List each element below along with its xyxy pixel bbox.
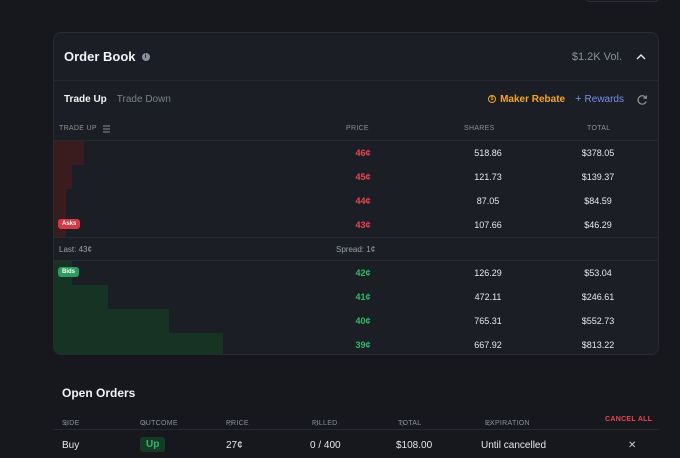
order-book-column-headers: TRADE UP PRICE SHARES TOTAL [54,117,658,141]
bid-total: $552.73 [581,316,615,326]
ask-total: $378.05 [581,148,615,158]
col-total: TOTAL [587,125,611,132]
order-filled: 0 / 400 [310,440,341,451]
spread-row: Last: 43¢ Spread: 1¢ [54,237,658,261]
ask-shares: 121.73 [474,172,502,182]
open-orders-title: Open Orders [62,386,136,400]
ask-total: $139.37 [581,172,615,182]
order-expiration: Until cancelled [481,440,547,451]
col-price: PRICE [346,125,369,132]
order-price: 27¢ [226,440,243,451]
open-orders-header: SIDE ◇ OUTCOME ◇ PRICE ◇ FILLED ◇ TOTAL ◇ EXP… [53,412,659,430]
order-book-title: Order Book [64,49,136,64]
order-outcome-chip: Up [140,437,166,452]
spread-value: Spread: 1¢ [336,245,376,254]
depth-bar [54,333,224,354]
depth-bar [54,165,73,189]
sort-icon: ◇ [64,421,69,427]
ask-shares: 87.05 [476,196,500,206]
order-book-subheader: Trade Up Trade Down $ Maker Rebate + Rew… [54,81,658,117]
ask-price: 43¢ [355,220,371,230]
sort-icon: ◇ [487,421,492,427]
bid-shares: 667.92 [474,340,502,350]
rewards-label: Rewards [584,93,624,105]
col-shares: SHARES [464,125,495,132]
ask-row[interactable]: 46¢ 518.86 $378.05 [54,141,658,165]
top-control[interactable] [584,0,660,2]
plus-icon: + [575,93,582,105]
bid-row[interactable]: Bids 42¢ 126.29 $53.04 [54,261,658,285]
bid-price: 40¢ [355,316,371,326]
sort-icon: ◇ [400,421,405,427]
bid-total: $813.22 [581,340,615,350]
coin-icon: $ [488,95,497,103]
bid-row[interactable]: 39¢ 667.92 $813.22 [54,333,658,354]
bid-shares: 765.31 [474,316,502,326]
order-book-panel: Order Book i $1.2K Vol. Trade Up Trade D… [53,32,659,355]
bid-price: 42¢ [355,268,371,278]
bid-price: 41¢ [355,292,371,302]
bid-shares: 126.29 [474,268,502,278]
bids-badge: Bids [58,267,80,277]
bid-row[interactable]: 41¢ 472.11 $246.61 [54,285,658,309]
tab-trade-down[interactable]: Trade Down [117,94,171,105]
volume-label: $1.2K Vol. [571,50,622,63]
bid-shares: 472.11 [474,292,502,302]
order-book-header: Order Book i $1.2K Vol. [54,33,658,81]
rewards-link[interactable]: + Rewards [575,93,624,105]
sort-icon: ◇ [142,421,147,427]
bid-row[interactable]: 40¢ 765.31 $552.73 [54,309,658,333]
order-side: Buy [62,440,80,451]
ask-row[interactable]: 45¢ 121.73 $139.37 [54,165,658,189]
maker-rebate-link[interactable]: $ Maker Rebate [488,94,565,105]
ask-price: 45¢ [355,172,371,182]
info-icon[interactable]: i [141,52,150,61]
ask-total: $46.29 [584,220,612,230]
bid-total: $53.04 [584,268,612,278]
bid-price: 39¢ [355,340,371,350]
ask-row[interactable]: Asks 43¢ 107.66 $46.29 [54,213,658,237]
bids-list: Bids 42¢ 126.29 $53.04 41¢ 472.11 $246.61 40¢ 76… [54,261,658,354]
chevron-up-icon[interactable] [634,50,648,64]
depth-bar [54,309,169,333]
depth-bar [54,141,85,165]
order-total: $108.00 [396,440,433,451]
bid-total: $246.61 [581,292,615,302]
depth-bar [54,285,109,309]
open-order-row: Buy Up 27¢ 0 / 400 $108.00 Until cancell… [53,432,659,458]
sort-icon: ◇ [314,421,319,427]
ask-price: 46¢ [355,148,371,158]
ask-shares: 107.66 [474,220,502,230]
maker-rebate-label: Maker Rebate [500,93,566,105]
ask-shares: 518.86 [474,148,502,158]
ask-row[interactable]: 44¢ 87.05 $84.59 [54,189,658,213]
ask-total: $84.59 [584,196,612,206]
depth-toggle-icon[interactable] [102,125,111,135]
close-icon[interactable]: ✕ [628,440,636,451]
asks-badge: Asks [58,219,81,229]
depth-bar [54,189,67,213]
last-price: Last: 43¢ [59,245,92,254]
sort-icon: ◇ [228,421,233,427]
col-trade-up: TRADE UP [59,125,97,132]
ask-price: 44¢ [355,196,371,206]
tab-trade-up[interactable]: Trade Up [64,94,107,105]
cancel-all-button[interactable]: CANCEL ALL [605,416,652,423]
refresh-icon[interactable] [636,93,648,105]
asks-list: 46¢ 518.86 $378.05 45¢ 121.73 $139.37 44¢ 87.05… [54,141,658,237]
